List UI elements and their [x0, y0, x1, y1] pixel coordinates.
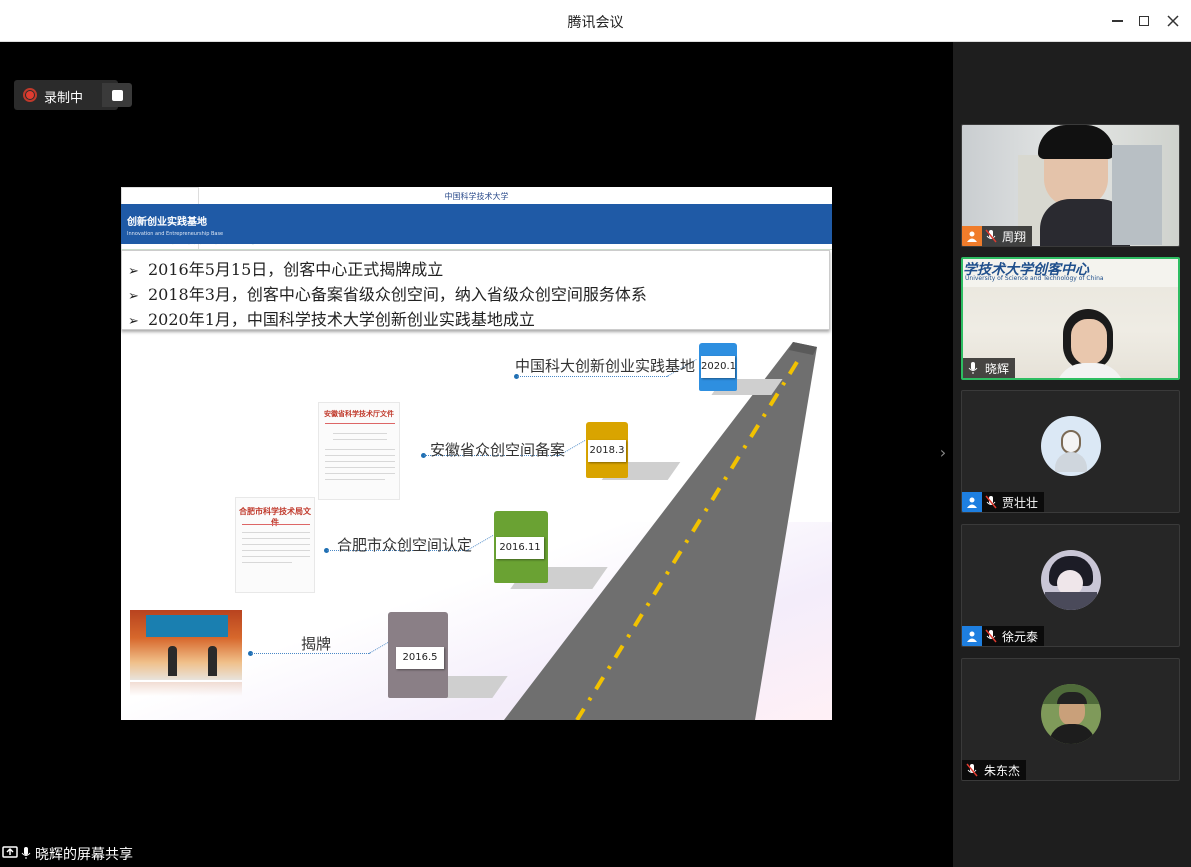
participant-tile[interactable]: 徐元泰 [961, 524, 1180, 647]
bullet-item: ➢ 2020年1月，中国科学技术大学创新创业实践基地成立 [128, 310, 535, 329]
participant-name: 晓辉 [985, 361, 1010, 376]
milestone-date: 2016.5 [396, 647, 444, 669]
screen-share-indicator: 晓辉的屏幕共享 [2, 843, 133, 865]
collapse-sidebar-icon[interactable]: › [935, 443, 951, 465]
bullet-item: ➢ 2016年5月15日，创客中心正式揭牌成立 [128, 260, 444, 279]
bullet-arrow-icon: ➢ [128, 264, 139, 279]
ceremony-photo [130, 610, 242, 680]
mic-muted-icon [962, 760, 982, 780]
user-icon [962, 626, 982, 646]
participant-avatar [1041, 416, 1101, 476]
base-banner-subtitle: Innovation and Entrepreneurship Base [127, 231, 224, 237]
mic-muted-icon [982, 626, 1000, 646]
participant-namebar: 晓辉 [963, 358, 1016, 378]
participant-name: 贾壮壮 [1002, 495, 1039, 510]
participant-avatar [1041, 684, 1101, 744]
recording-indicator: 录制中 [14, 80, 132, 110]
participant-name: 徐元泰 [1002, 629, 1039, 644]
participant-avatar [1041, 550, 1101, 610]
participant-namebar: 朱东杰 [962, 760, 1027, 780]
milestone-date: 2018.3 [588, 440, 626, 462]
recording-dot-icon [26, 91, 34, 99]
participant-name: 周翔 [1002, 229, 1027, 244]
maximize-icon[interactable] [1131, 8, 1157, 34]
anhui-document-image: 安徽省科学技术厅文件 [318, 402, 400, 500]
timeline-label-4: 中国科大创新创业实践基地 [515, 357, 696, 375]
participant-name: 朱东杰 [984, 763, 1021, 778]
mic-icon [20, 845, 32, 864]
timeline-label-2: 合肥市众创空间认定 [337, 536, 473, 554]
screen-share-icon [2, 845, 18, 864]
user-icon [962, 492, 982, 512]
anhui-doc-header: 安徽省科学技术厅文件 [324, 409, 394, 418]
participant-namebar: 徐元泰 [962, 626, 1045, 646]
participant-namebar: 贾壮壮 [962, 492, 1045, 512]
bullet-arrow-icon: ➢ [128, 289, 139, 304]
bullet-item: ➢ 2018年3月，创客中心备案省级众创空间，纳入省级众创空间服务体系 [128, 285, 647, 304]
participant-tile-active-speaker[interactable]: 学技术大学创客中心 University of Science and Tech… [961, 257, 1180, 380]
timeline-label-1: 揭牌 [301, 635, 332, 653]
video-background-sign-en: University of Science and Technology of … [965, 275, 1104, 282]
title-bar: 腾讯会议 [0, 0, 1191, 42]
bullet-list: ➢ 2016年5月15日，创客中心正式揭牌成立 ➢ 2018年3月，创客中心备案省级… [121, 250, 830, 330]
close-icon[interactable] [1160, 8, 1186, 34]
hefei-document-image: 合肥市科学技术局文件 [235, 497, 315, 593]
recording-label: 录制中 [44, 91, 84, 106]
ustc-logo-text: 中国科学技术大学 [444, 192, 509, 201]
base-banner-title: 创新创业实践基地 [127, 217, 207, 228]
participant-tile[interactable]: 贾壮壮 [961, 390, 1180, 513]
milestone-date: 2016.11 [496, 537, 544, 559]
base-banner: 创新创业实践基地 Innovation and Entrepreneurship… [121, 204, 832, 244]
minimize-icon[interactable] [1104, 8, 1130, 34]
mic-muted-icon [982, 492, 1000, 512]
screen-share-label: 晓辉的屏幕共享 [35, 847, 133, 863]
participant-namebar: 周翔 [962, 226, 1033, 246]
stop-recording-button[interactable] [102, 83, 132, 107]
stop-icon [111, 89, 123, 101]
host-icon [962, 226, 982, 246]
bullet-arrow-icon: ➢ [128, 314, 139, 329]
mic-muted-icon [982, 226, 1000, 246]
timeline-label-3: 安徽省众创空间备案 [430, 441, 566, 459]
mic-icon [963, 358, 983, 378]
shared-slide: 1.1发展历程 ➢2016年5月15日，创客中心正式揭牌成立 ➢2018年3月，… [121, 187, 832, 720]
participant-tile[interactable]: 朱东杰 [961, 658, 1180, 781]
window-title: 腾讯会议 [567, 15, 624, 31]
meeting-window: 腾讯会议 录制中 1.1发展历程 ➢2016年5月15日，创客中心正式揭牌成立 … [0, 0, 1191, 867]
participant-tile[interactable]: 周翔 [961, 124, 1180, 247]
milestone-date: 2020.1 [701, 356, 736, 378]
